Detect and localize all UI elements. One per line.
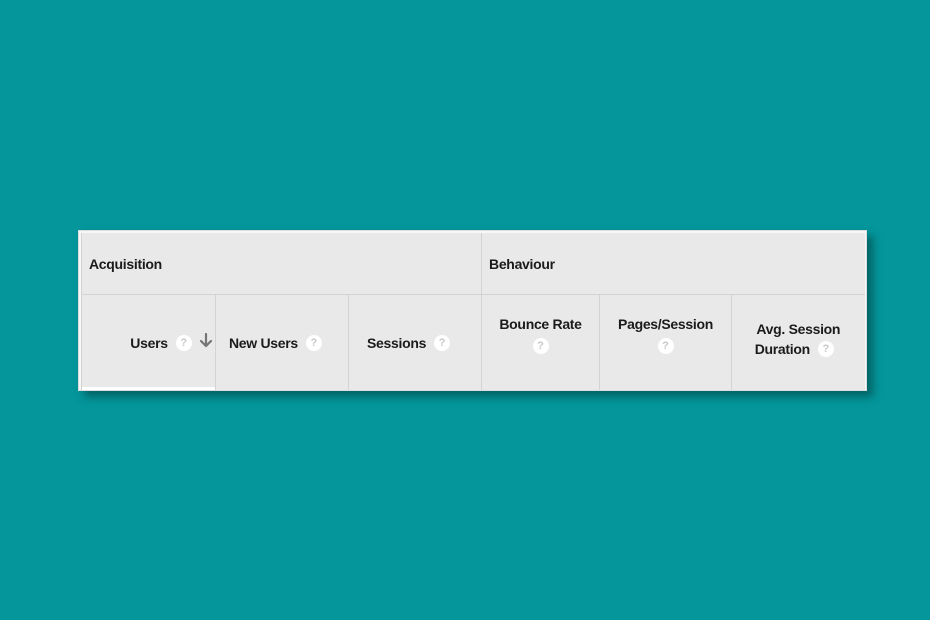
column-header-sessions[interactable]: Sessions ? — [347, 294, 483, 390]
question-circle-icon[interactable]: ? — [817, 340, 834, 357]
group-behaviour-label: Behaviour — [489, 255, 555, 272]
group-acquisition-label: Acquisition — [89, 255, 162, 272]
column-label-avg-session-duration-line2[interactable]: Duration — [755, 341, 810, 357]
column-header-new-users[interactable]: New Users ? — [215, 294, 349, 390]
column-label-bounce-rate[interactable]: Bounce Rate — [499, 316, 582, 332]
column-header-bounce-rate[interactable]: Bounce Rate ? — [481, 294, 601, 390]
question-circle-icon[interactable]: ? — [434, 334, 451, 351]
group-header-row: Acquisition Behaviour — [80, 233, 865, 295]
column-header-row: Users ? New Users ? Sessions ? Bounce Ra… — [81, 294, 865, 390]
column-label-sessions[interactable]: Sessions — [367, 335, 426, 351]
question-circle-icon[interactable]: ? — [175, 334, 192, 351]
group-acquisition: Acquisition — [80, 233, 483, 295]
arrow-down-icon[interactable] — [199, 332, 213, 349]
column-label-avg-session-duration-line1[interactable]: Avg. Session — [756, 321, 840, 337]
column-label-pages-per-session[interactable]: Pages/Session — [618, 316, 713, 332]
column-header-avg-session-duration[interactable]: Avg. Session Duration ? — [731, 294, 865, 390]
question-circle-icon[interactable]: ? — [657, 337, 674, 354]
report-table: Acquisition Behaviour Users ? New Users … — [80, 233, 865, 390]
column-header-pages-per-session[interactable]: Pages/Session ? — [599, 294, 733, 390]
group-behaviour: Behaviour — [481, 233, 865, 295]
question-circle-icon[interactable]: ? — [305, 334, 322, 351]
column-header-users[interactable]: Users ? — [81, 294, 216, 390]
column-label-new-users[interactable]: New Users — [229, 335, 298, 351]
column-label-users[interactable]: Users — [130, 335, 168, 351]
report-table-header-card: Acquisition Behaviour Users ? New Users … — [78, 230, 867, 391]
question-circle-icon[interactable]: ? — [532, 337, 549, 354]
